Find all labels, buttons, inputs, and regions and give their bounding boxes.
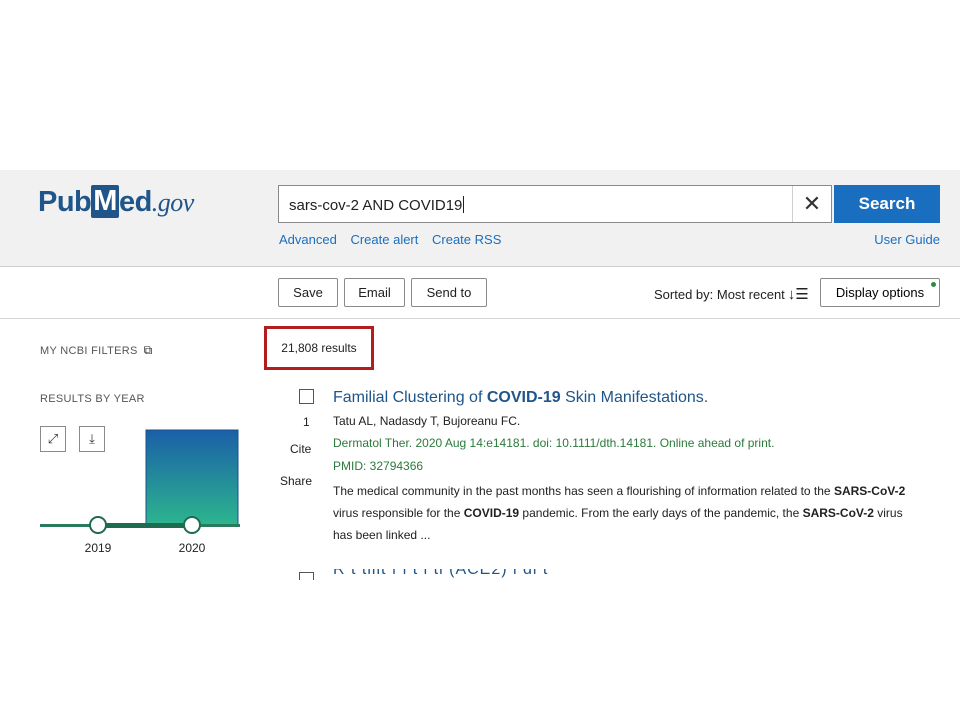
display-options-label: Display options: [835, 285, 925, 300]
text-caret: [463, 196, 465, 213]
article-citation: Dermatol Ther. 2020 Aug 14:e14181. doi: …: [333, 436, 775, 450]
article-number: 1: [303, 415, 310, 429]
article-authors: Tatu AL, Nadasdy T, Bujoreanu FC.: [333, 414, 521, 428]
cite-button[interactable]: Cite: [290, 442, 311, 456]
share-button[interactable]: Share: [280, 474, 312, 488]
select-article-checkbox[interactable]: [299, 389, 314, 404]
display-options-button[interactable]: Display options: [820, 278, 940, 307]
sort-label: Sorted by: Most recent: [654, 287, 785, 302]
sort-control[interactable]: Sorted by: Most recent ↓☰: [654, 285, 809, 303]
my-ncbi-filters-label[interactable]: MY NCBI FILTERS ⧉: [40, 343, 152, 358]
select-article-checkbox[interactable]: [299, 572, 314, 580]
send-to-button[interactable]: Send to: [411, 278, 487, 307]
save-button[interactable]: Save: [278, 278, 338, 307]
advanced-link[interactable]: Advanced: [279, 232, 337, 247]
year-range-handle-2020[interactable]: [183, 516, 201, 534]
close-icon: ✕: [802, 191, 822, 216]
article-title-link[interactable]: Familial Clustering of COVID-19 Skin Man…: [333, 389, 708, 407]
year-range-handle-2019[interactable]: [89, 516, 107, 534]
pubmed-logo[interactable]: PubMed.gov: [38, 185, 194, 219]
year-tick-label: 2019: [85, 541, 112, 555]
search-sublinks: Advanced Create alert Create RSS: [279, 232, 511, 247]
results-by-year-chart: 2019 2020: [40, 429, 240, 555]
external-link-icon[interactable]: ⧉: [144, 343, 153, 357]
toolbar-divider: [0, 318, 960, 319]
article-title-link[interactable]: R t tilit f i t i ti (ACE2) i di t: [333, 569, 853, 579]
create-alert-link[interactable]: Create alert: [350, 232, 418, 247]
year-tick-label: 2020: [179, 541, 206, 555]
active-indicator-dot: [931, 282, 936, 287]
results-by-year-label: RESULTS BY YEAR: [40, 393, 145, 405]
create-rss-link[interactable]: Create RSS: [432, 232, 501, 247]
user-guide-link[interactable]: User Guide: [874, 232, 940, 247]
search-query-text: sars-cov-2 AND COVID19: [289, 197, 463, 214]
sort-order-icon[interactable]: ↓☰: [788, 286, 809, 303]
article-pmid: PMID: 32794366: [333, 459, 424, 473]
clear-search-button[interactable]: ✕: [792, 186, 831, 222]
year-bar-2020[interactable]: [145, 429, 239, 526]
results-count: 21,808 results: [264, 326, 374, 370]
search-button[interactable]: Search: [834, 185, 940, 223]
email-button[interactable]: Email: [344, 278, 405, 307]
article-snippet: The medical community in the past months…: [333, 484, 906, 542]
year-range-selection: [98, 523, 192, 528]
search-input[interactable]: sars-cov-2 AND COVID19 ✕: [278, 185, 832, 223]
